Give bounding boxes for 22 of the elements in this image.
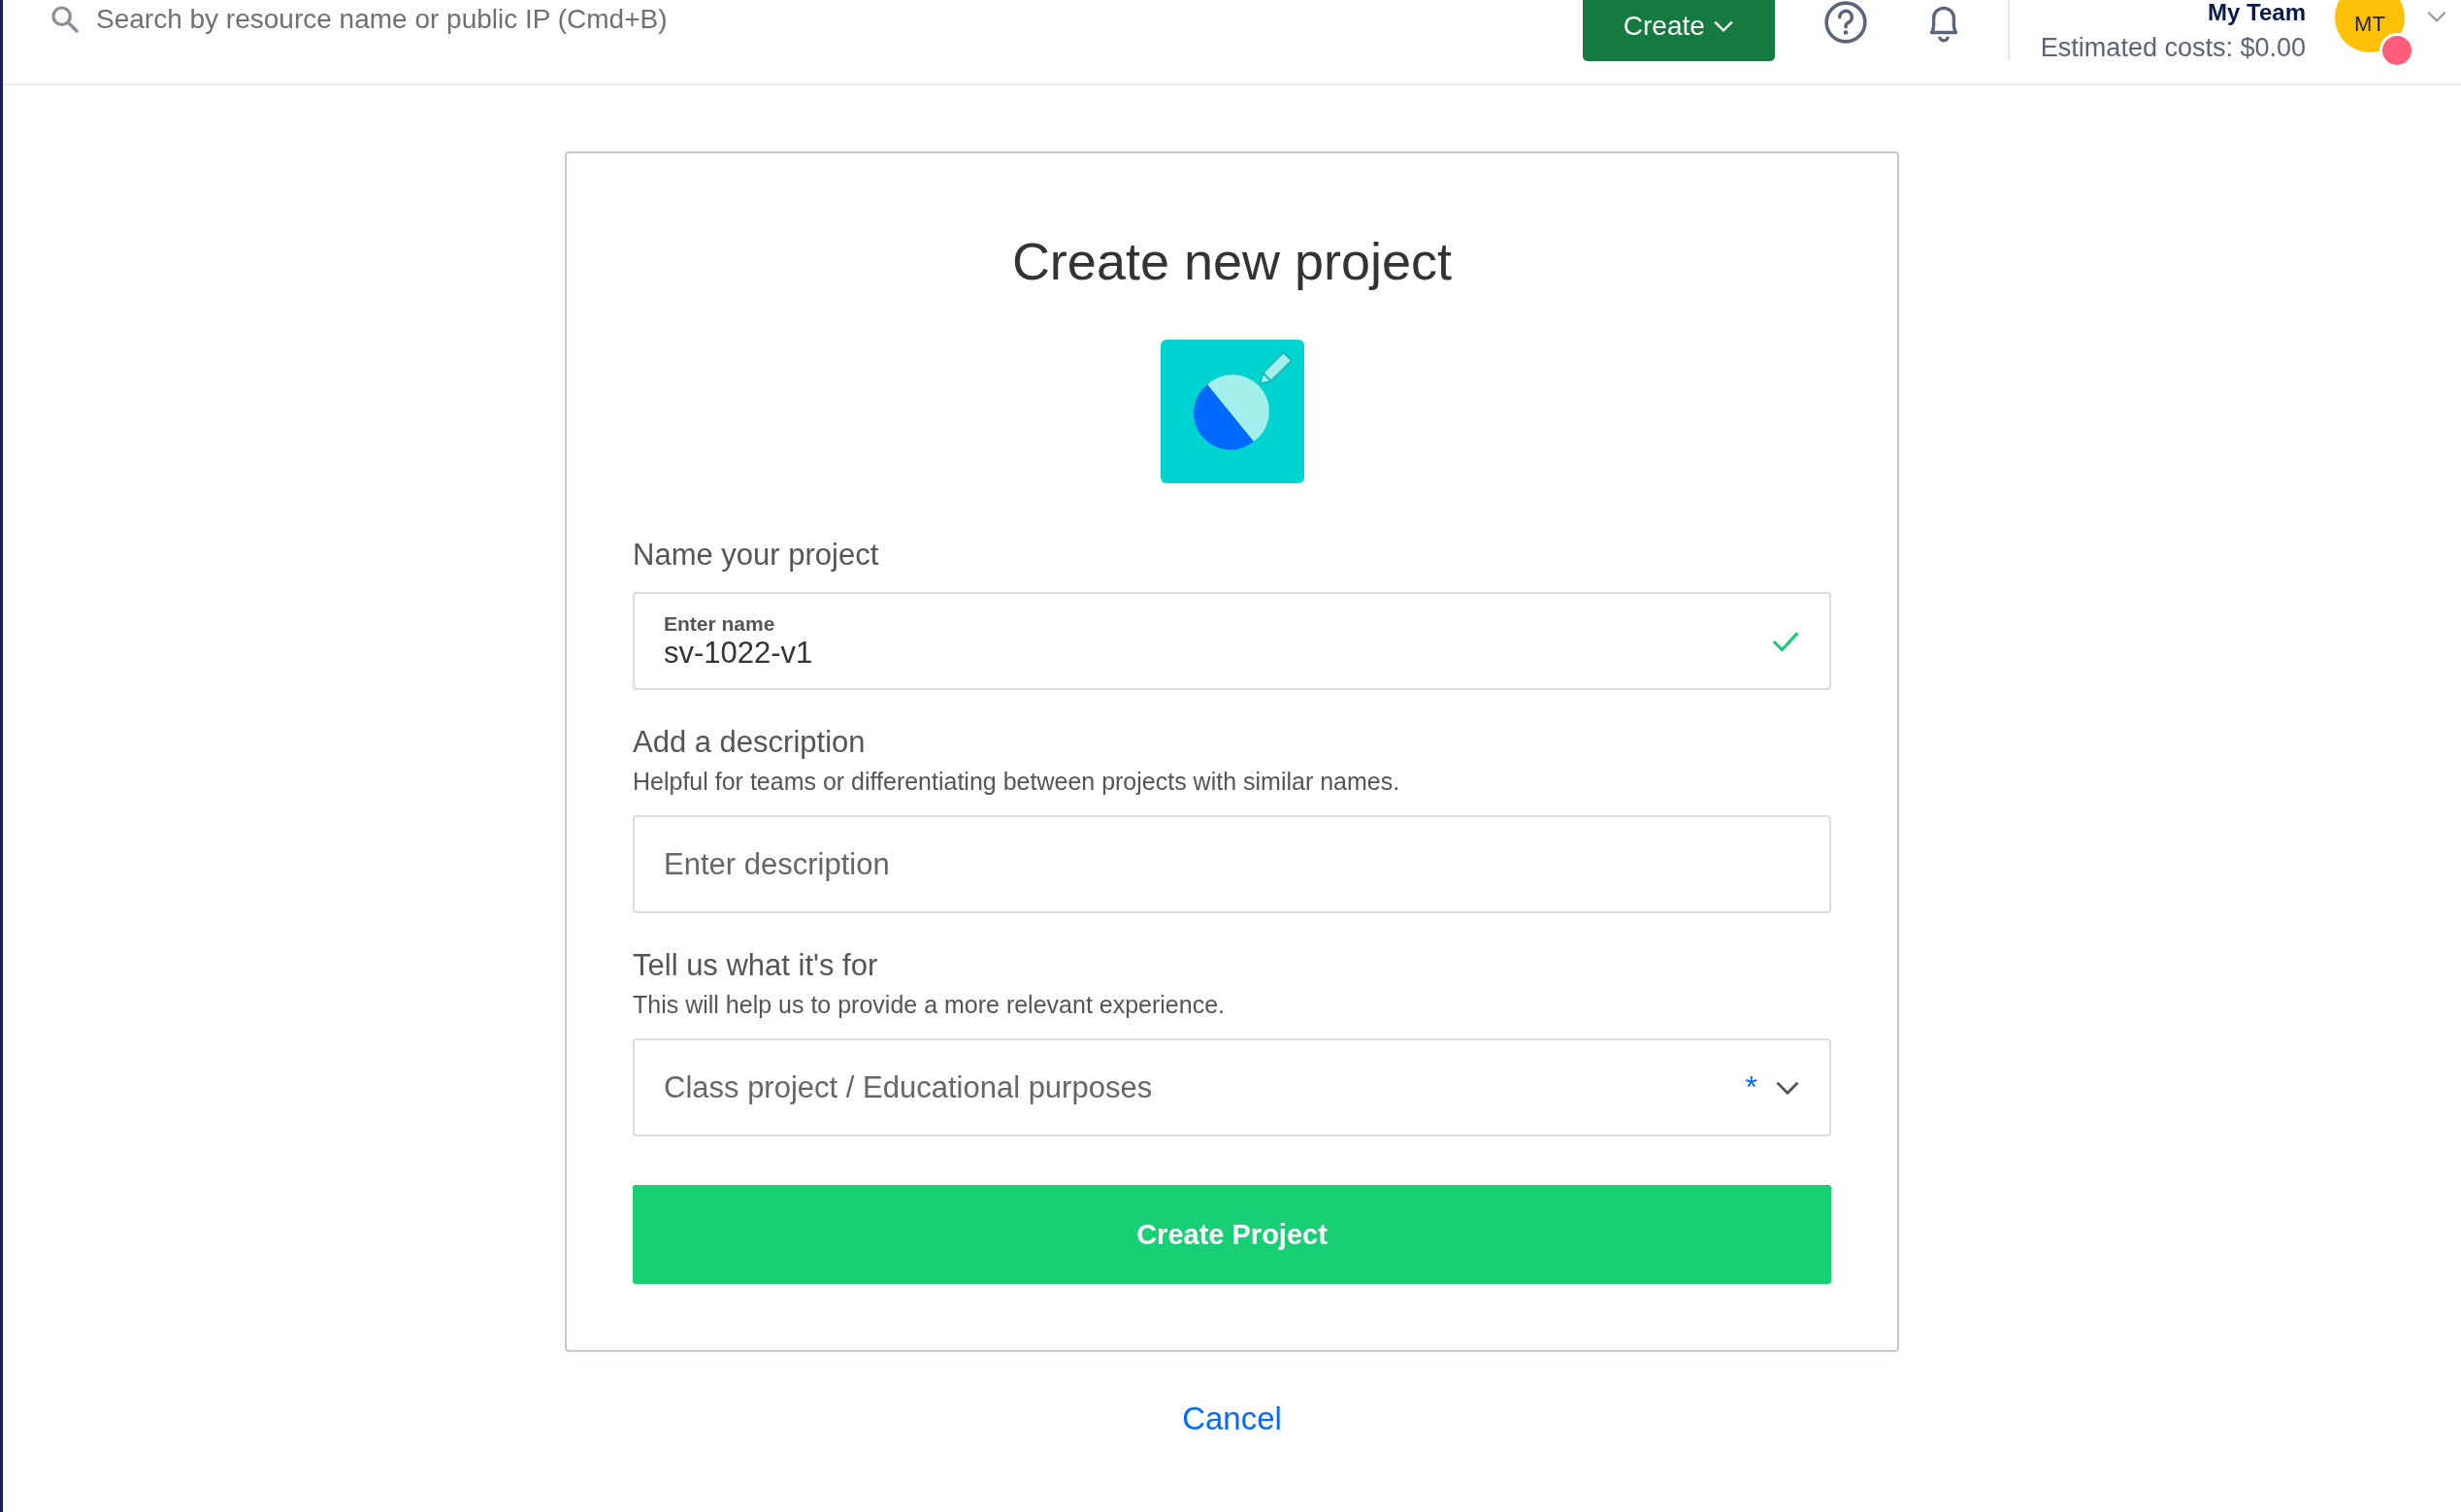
estimated-costs: Estimated costs: $0.00 <box>2040 33 2306 63</box>
required-mark: * <box>1745 1069 1757 1105</box>
field-label: Add a description <box>633 725 867 760</box>
chevron-down-icon <box>1712 18 1734 33</box>
create-button[interactable]: Create <box>1582 0 1775 61</box>
field-label: Tell us what it's for <box>633 948 879 983</box>
field-hint: Helpful for teams or differentiating between projects with similar names. <box>633 768 1401 796</box>
input-field[interactable]: Enter description <box>633 815 1831 913</box>
chevron-down-icon <box>2426 10 2447 23</box>
dialog-title: Create new project <box>1010 231 1454 291</box>
help-icon[interactable] <box>1822 0 1868 45</box>
team-name[interactable]: My Team <box>2208 0 2306 25</box>
input-field[interactable]: Enter name sv-1022-v1 <box>633 592 1831 690</box>
search-field[interactable]: Search by resource name or public IP (Cmd+B) <box>96 4 969 35</box>
avatar[interactable]: MT <box>2335 0 2405 52</box>
search-icon <box>49 4 81 35</box>
dropdown-field[interactable]: Class project / Educational purposes * <box>633 1038 1831 1136</box>
project-icon <box>1160 340 1304 483</box>
chevron-down-icon <box>1775 1079 1800 1096</box>
field-hint: This will help us to provide a more relevant experience. <box>633 991 1227 1019</box>
field-label: Name your project <box>633 538 880 573</box>
cancel-link[interactable]: Cancel <box>1182 1400 1282 1436</box>
